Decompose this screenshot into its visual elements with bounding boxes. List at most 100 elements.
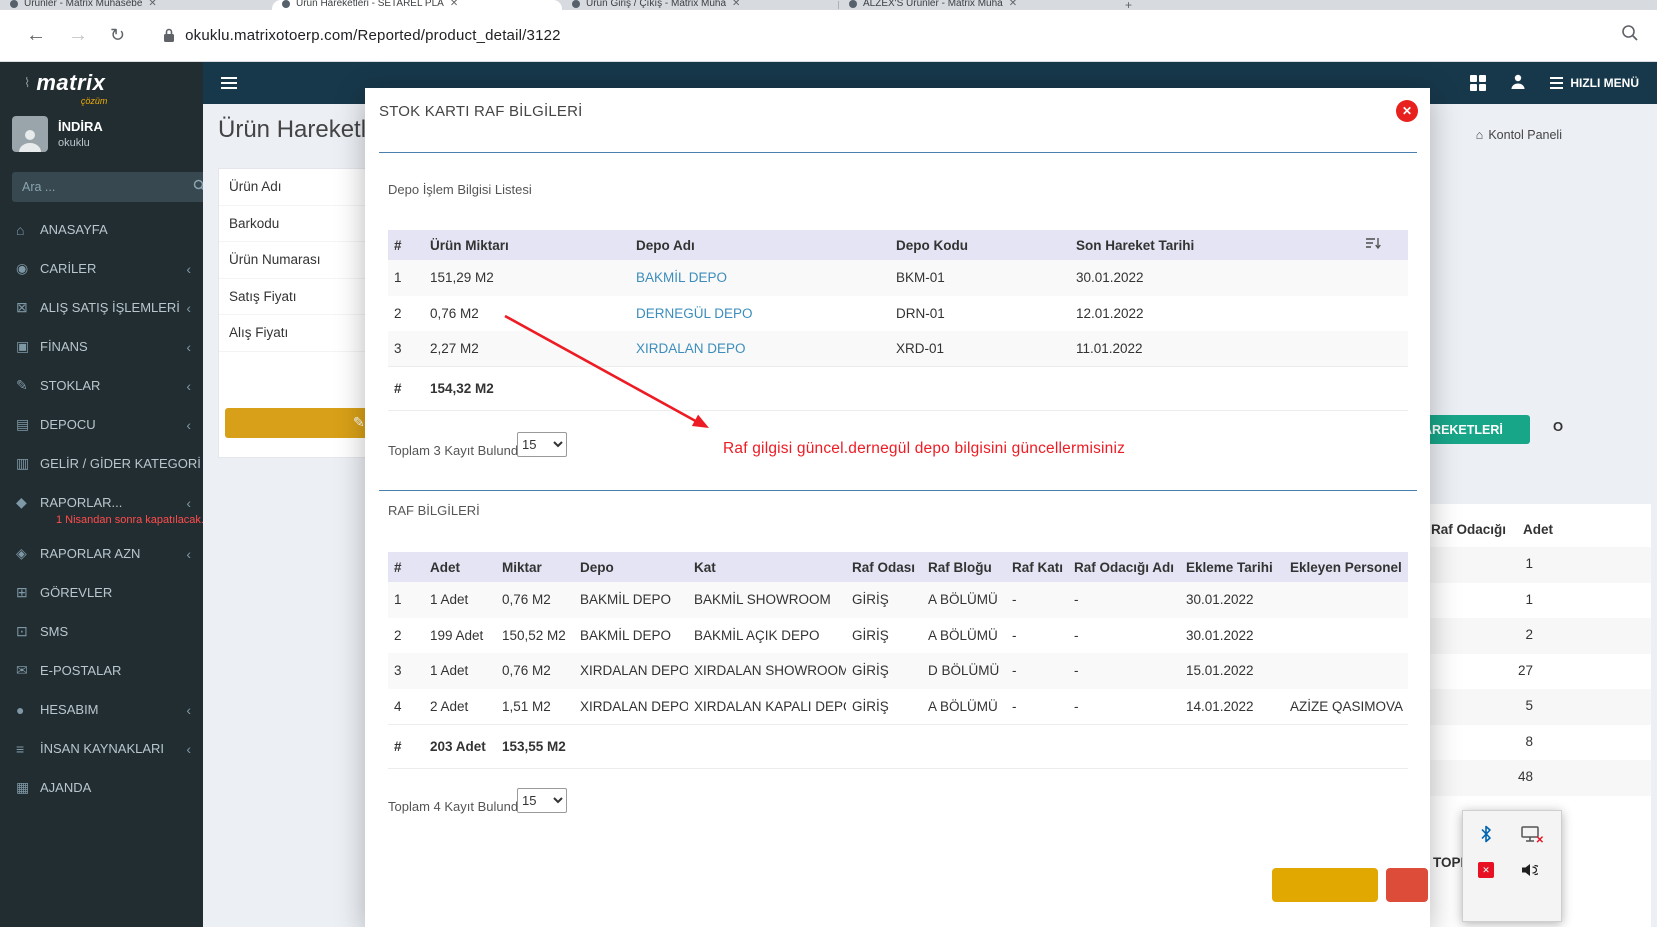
tab-favicon (282, 0, 290, 8)
column-header[interactable]: Ekleme Tarihi (1180, 552, 1284, 582)
column-header[interactable]: # (388, 552, 424, 582)
column-header[interactable]: Raf Odacığı Adı (1068, 552, 1180, 582)
sidebar-item-raporlar-azn[interactable]: ◈ RAPORLAR AZN ‹ (0, 534, 203, 573)
truncated-button-fragment[interactable]: O (1553, 419, 1563, 434)
sidebar-item-gorevler[interactable]: ⊞ GÖREVLER (0, 573, 203, 612)
pencil-icon: ✎ (353, 414, 365, 430)
column-header[interactable]: Miktar (496, 552, 574, 582)
browser-tab-3[interactable]: Ürün Giriş / Çıkış - Matrix Müha ✕ (562, 0, 838, 10)
sidebar-item-gelir-gider[interactable]: ▥ GELİR / GİDER KATEGORİ (0, 444, 203, 483)
table-cell: XIRDALAN DEPO (580, 663, 688, 679)
column-header-adet[interactable]: Adet (1523, 522, 1553, 537)
modal-close-button[interactable]: ✕ (1396, 100, 1418, 122)
speaker-icon[interactable] (1519, 859, 1541, 881)
page-size-select[interactable]: 15 (517, 788, 567, 813)
tab-close-icon[interactable]: ✕ (1009, 0, 1017, 10)
column-header-sort[interactable] (1360, 230, 1408, 260)
sidebar-item-cariler[interactable]: ◉ CARİLER ‹ (0, 249, 203, 288)
total-label: # (388, 723, 424, 769)
depo-link[interactable]: DERNEGÜL DEPO (636, 306, 753, 321)
table-cell: AZİZE QASIMOVA (1290, 698, 1404, 714)
sidebar-item-label: GÖREVLER (40, 585, 113, 600)
sidebar-item-ajanda[interactable]: ▦ AJANDA (0, 768, 203, 807)
sidebar-item-label: STOKLAR (40, 378, 101, 393)
sidebar-item-sms[interactable]: ⊡ SMS (0, 612, 203, 651)
column-header[interactable]: Ürün Miktarı (424, 230, 630, 260)
browser-tabstrip: Ürünler - Matrix Mühasebe ✕ Ürün Hareket… (0, 0, 1657, 12)
column-header[interactable]: Raf Odası (846, 552, 922, 582)
bluetooth-icon[interactable] (1475, 823, 1497, 845)
sidebar-toggle-icon[interactable] (221, 77, 237, 89)
new-tab-button[interactable]: + (1117, 0, 1140, 12)
search-button[interactable] (193, 172, 203, 202)
home-icon: ⌂ (16, 221, 25, 238)
chevron-left-icon: ‹ (186, 701, 191, 718)
table-cell: XIRDALAN KAPALI DEPO (694, 698, 846, 714)
column-header[interactable]: Depo (574, 552, 688, 582)
page-size-select[interactable]: 15 (517, 432, 567, 457)
column-header[interactable]: Adet (424, 552, 496, 582)
url-text[interactable]: okuklu.matrixotoerp.com/Reported/product… (185, 27, 561, 44)
depo-islem-table: # Ürün Miktarı Depo Adı Depo Kodu Son Ha… (388, 230, 1408, 411)
table-cell: 2 (394, 627, 402, 643)
column-header[interactable]: Raf Bloğu (922, 552, 1006, 582)
reload-icon[interactable]: ↻ (110, 25, 125, 46)
search-input[interactable] (12, 172, 193, 202)
calendar-icon: ▦ (16, 779, 30, 795)
sidebar-item-epostalar[interactable]: ✉ E-POSTALAR (0, 651, 203, 690)
search-icon (193, 179, 203, 195)
browser-tab-4[interactable]: ALZEX'S Ürünler - Matrix Müha ✕ (839, 0, 1117, 10)
tab-close-icon[interactable]: ✕ (732, 0, 740, 10)
sidebar-item-insan-kaynaklari[interactable]: ≡ İNSAN KAYNAKLARI ‹ (0, 729, 203, 768)
modal-footer-close-button[interactable] (1386, 868, 1428, 902)
depo-link[interactable]: BAKMİL DEPO (636, 270, 727, 285)
depo-islem-table-wrap: # Ürün Miktarı Depo Adı Depo Kodu Son Ha… (388, 230, 1408, 411)
browser-tab-1[interactable]: Ürünler - Matrix Mühasebe ✕ (0, 0, 272, 10)
breadcrumb[interactable]: ⌂ Kontol Paneli (1476, 128, 1562, 142)
table-row: 3 1 Adet 0,76 M2 XIRDALAN DEPO XIRDALAN … (388, 653, 1408, 689)
table-cell: GİRİŞ (852, 627, 889, 643)
column-header-raf-odacigi[interactable]: Raf Odacığı (1431, 522, 1506, 537)
sidebar-item-label: HESABIM (40, 702, 99, 717)
forward-icon[interactable]: → (68, 24, 88, 47)
section-heading-raf-bilgileri: RAF BİLGİLERİ (388, 503, 480, 518)
user-icon[interactable] (1510, 73, 1526, 94)
table-cell: 151,29 M2 (430, 270, 494, 286)
column-header[interactable]: Ekleyen Personel (1284, 552, 1408, 582)
table-cell: BAKMİL DEPO (580, 592, 672, 608)
zoom-icon[interactable] (1621, 24, 1639, 47)
column-header[interactable]: Raf Katı (1006, 552, 1068, 582)
column-header[interactable]: Depo Adı (630, 230, 890, 260)
tab-close-icon[interactable]: ✕ (450, 0, 458, 10)
modal-footer-primary-button[interactable] (1272, 868, 1378, 902)
brand-subtitle: çözüm (80, 96, 108, 106)
quick-menu-button[interactable]: HIZLI MENÜ (1550, 76, 1639, 90)
sidebar-item-label: E-POSTALAR (40, 663, 122, 678)
sidebar-item-raporlar[interactable]: ◆ RAPORLAR... ‹ 1 Nisandan sonra kapatılac… (0, 483, 203, 534)
column-header[interactable]: Kat (688, 552, 846, 582)
sidebar-item-anasayfa[interactable]: ⌂ ANASAYFA (0, 210, 203, 249)
column-header[interactable]: # (388, 230, 424, 260)
lock-icon[interactable] (163, 28, 175, 43)
back-icon[interactable]: ← (26, 24, 46, 47)
tab-close-icon[interactable]: ✕ (148, 0, 156, 10)
column-header[interactable]: Son Hareket Tarihi (1070, 230, 1360, 260)
column-header[interactable]: Depo Kodu (890, 230, 1070, 260)
tab-title: ALZEX'S Ürünler - Matrix Müha (863, 0, 1003, 9)
summary-row: 27 (1419, 654, 1651, 690)
table-cell: D BÖLÜMÜ (928, 663, 1000, 679)
sidebar-item-hesabim[interactable]: ● HESABIM ‹ (0, 690, 203, 729)
transactions-icon: ⊠ (16, 299, 28, 315)
sidebar-item-finans[interactable]: ▣ FİNANS ‹ (0, 327, 203, 366)
network-disconnected-icon[interactable]: ✕ (1519, 823, 1544, 846)
sidebar-item-label: RAPORLAR... (40, 495, 123, 510)
disconnected-red-icon[interactable]: ✕ (1475, 859, 1497, 881)
depo-link[interactable]: XIRDALAN DEPO (636, 341, 746, 356)
table-cell: GİRİŞ (852, 663, 889, 679)
browser-tab-2-active[interactable]: Ürün Hareketleri - SETAREL PLA ✕ (272, 0, 562, 10)
sidebar-item-depocu[interactable]: ▤ DEPOCU ‹ (0, 405, 203, 444)
sidebar-item-alis-satis[interactable]: ⊠ ALIŞ SATIŞ İŞLEMLERİ ‹ (0, 288, 203, 327)
sidebar-item-stoklar[interactable]: ✎ STOKLAR ‹ (0, 366, 203, 405)
grid-icon[interactable] (1470, 75, 1487, 91)
reports-icon: ◆ (16, 494, 27, 510)
